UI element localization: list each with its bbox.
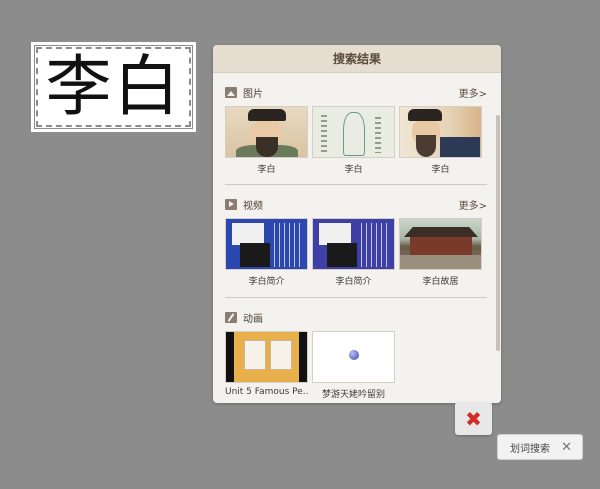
animation-icon [225,311,237,323]
close-panel-button[interactable]: ✖ [455,402,492,435]
video-icon [225,198,237,210]
videos-thumbnails: 李白简介 李白简介 李白故居 [225,218,487,287]
image-thumbnail[interactable] [312,106,395,158]
images-thumbnails: 李白 李白 李白 [225,106,487,175]
selected-word-box: 李白 [31,42,196,132]
video-caption: 李白简介 [248,277,285,287]
image-caption: 李白 [344,165,363,175]
close-icon[interactable]: ✕ [561,440,572,455]
word-lookup-label: 划词搜索 [510,443,550,455]
panel-scrollbar[interactable] [496,115,500,351]
word-lookup-toggle[interactable]: 划词搜索 ✕ [497,434,583,460]
image-result[interactable]: 李白 [399,106,482,175]
animations-section: 动画 Unit 5 Famous Pe... 梦游天姥吟留别 [225,309,487,400]
videos-section-header: 视频 更多> [225,196,487,212]
images-section-header: 图片 更多> [225,84,487,100]
images-more-link[interactable]: 更多> [459,85,487,100]
section-divider [225,184,487,185]
animation-thumbnail[interactable] [225,331,308,383]
animations-section-header: 动画 [225,309,487,325]
video-result[interactable]: 李白简介 [225,218,308,287]
video-result[interactable]: 李白简介 [312,218,395,287]
image-thumbnail[interactable] [225,106,308,158]
video-thumbnail[interactable] [225,218,308,270]
animation-caption: 梦游天姥吟留别 [321,390,385,400]
panel-body: 图片 更多> 李白 李白 李白 视频 更多> 李白简介 李白简介 李白故居 动画… [213,74,493,403]
search-results-panel: 搜索结果 图片 更多> 李白 李白 李白 视频 更多> 李白简介 李白简介 李白… [213,45,501,403]
close-icon: ✖ [465,406,482,431]
image-result[interactable]: 李白 [225,106,308,175]
animation-result[interactable]: Unit 5 Famous Pe... [225,331,308,400]
images-section: 图片 更多> 李白 李白 李白 [225,84,487,175]
image-result[interactable]: 李白 [312,106,395,175]
image-thumbnail[interactable] [399,106,482,158]
image-caption: 李白 [257,165,276,175]
selection-border [36,47,191,127]
section-divider [225,297,487,298]
image-icon [225,86,237,98]
videos-section-label: 视频 [243,200,263,212]
video-result[interactable]: 李白故居 [399,218,482,287]
animations-section-label: 动画 [243,313,263,325]
animation-result[interactable]: 梦游天姥吟留别 [312,331,395,400]
video-thumbnail[interactable] [399,218,482,270]
animations-thumbnails: Unit 5 Famous Pe... 梦游天姥吟留别 [225,331,487,400]
images-section-label: 图片 [243,88,263,100]
video-thumbnail[interactable] [312,218,395,270]
video-caption: 李白简介 [335,277,372,287]
animation-caption: Unit 5 Famous Pe... [225,387,308,397]
video-caption: 李白故居 [422,277,459,287]
videos-section: 视频 更多> 李白简介 李白简介 李白故居 [225,196,487,287]
panel-title: 搜索结果 [213,45,501,73]
image-caption: 李白 [431,165,450,175]
videos-more-link[interactable]: 更多> [459,197,487,212]
animation-thumbnail[interactable] [312,331,395,383]
